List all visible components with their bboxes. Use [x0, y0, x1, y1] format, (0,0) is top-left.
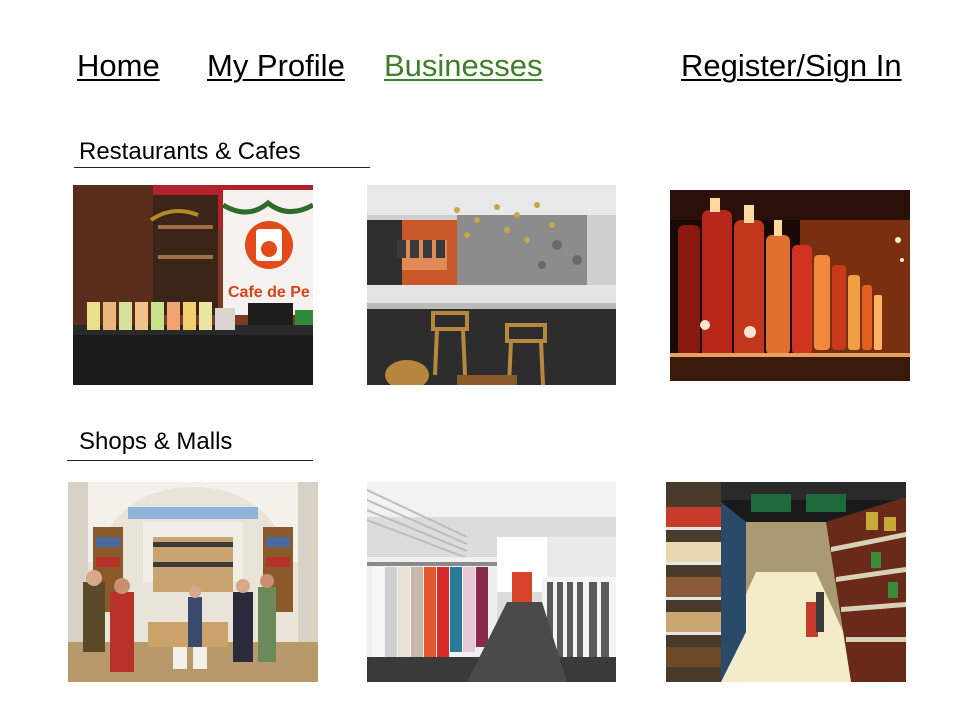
supermarket-aisle-photo[interactable] [666, 482, 906, 682]
clothing-store-photo[interactable] [367, 482, 616, 682]
cafe-sign-text: Cafe de Pe [228, 284, 310, 301]
bar-bottles-photo[interactable] [670, 190, 910, 381]
nav-businesses-link[interactable]: Businesses [384, 46, 543, 86]
restaurants-cafes-heading: Restaurants & Cafes [79, 138, 301, 165]
nav-my-profile-link[interactable]: My Profile [207, 46, 345, 86]
cafe-interior-photo[interactable] [367, 185, 616, 385]
nav-register-sign-in-link[interactable]: Register/Sign In [681, 46, 902, 86]
cafe-de-pe-photo[interactable]: Cafe de Pe [73, 185, 313, 385]
bookstore-photo[interactable] [68, 482, 318, 682]
shops-malls-heading: Shops & Malls [79, 428, 233, 455]
page: Home My Profile Businesses Register/Sign… [0, 0, 960, 720]
restaurants-heading-rule [74, 167, 370, 168]
nav-home-link[interactable]: Home [77, 46, 160, 86]
shops-heading-rule [67, 460, 313, 461]
